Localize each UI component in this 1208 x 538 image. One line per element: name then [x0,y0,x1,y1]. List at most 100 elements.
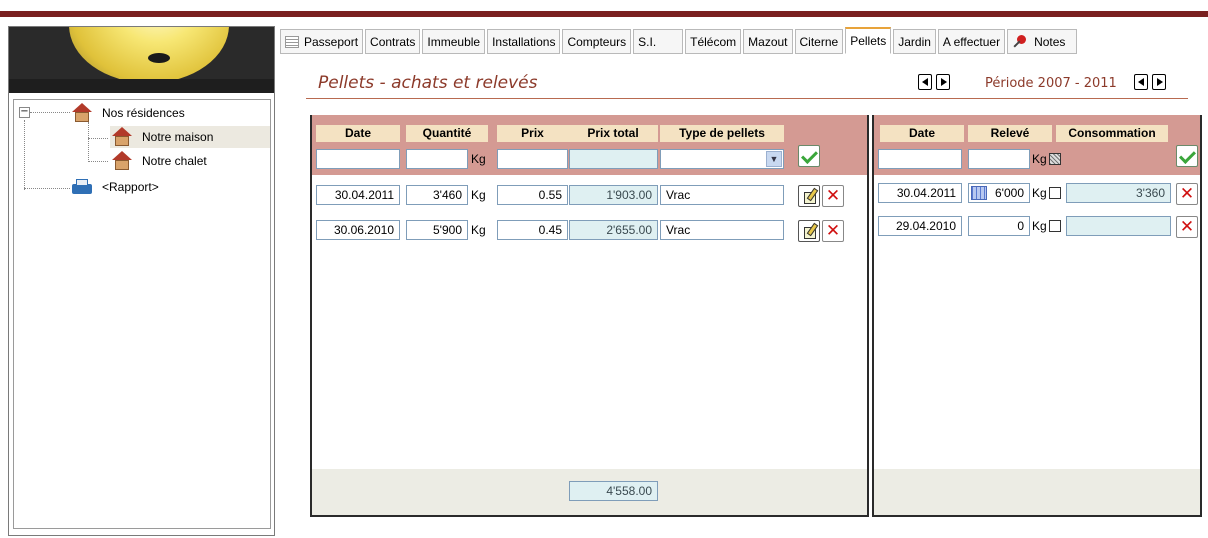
tree-item-label: Notre maison [142,130,214,144]
pin-icon [1012,34,1028,49]
calendar-icon [971,186,987,200]
new-quantity-input[interactable] [406,149,468,169]
unit-kg: Kg [471,188,486,202]
tab-bar: Passeport Contrats Immeuble Installation… [280,27,1079,54]
col-prix: Prix [497,125,568,142]
lightbulb-banner [9,27,274,93]
col-releve: Relevé [968,125,1052,142]
row-total: 2'655.00 [569,220,658,240]
tab-mazout[interactable]: Mazout [743,29,793,54]
tree-item-label: <Rapport> [102,180,159,194]
tab-contrats[interactable]: Contrats [365,29,421,54]
top-accent-bar [0,11,1208,17]
tab-citerne[interactable]: Citerne [794,29,844,54]
unit-kg: Kg [1032,186,1047,200]
triangle-left-icon [922,78,928,86]
row-date[interactable]: 30.04.2011 [316,185,400,205]
new-price-input[interactable] [497,149,568,169]
readings-footer [874,469,1200,515]
page-title: Pellets - achats et relevés [318,73,538,93]
residences-icon [70,103,94,123]
chevron-down-icon: ▼ [766,151,782,167]
new-total-field [569,149,658,169]
list-icon [285,35,299,48]
new-reading-input[interactable] [968,149,1030,169]
delete-icon[interactable]: ✕ [822,185,844,207]
tab-compteurs[interactable]: Compteurs [562,29,632,54]
purchases-panel: Date Quantité Prix Prix total Type de pe… [310,115,869,517]
row-type[interactable]: Vrac [660,185,784,205]
purchases-header: Date Quantité Prix Prix total Type de pe… [312,115,867,175]
tab-pellets[interactable]: Pellets [845,27,892,54]
reading-consumption: 3'360 [1066,183,1171,203]
triangle-left-icon [1138,78,1144,86]
col-quantite: Quantité [406,125,488,142]
total-sum-field: 4'558.00 [569,481,658,501]
row-quantity[interactable]: 3'460 [406,185,468,205]
delete-icon[interactable]: ✕ [1176,183,1198,205]
row-total: 1'903.00 [569,185,658,205]
tree-item-nos-residences[interactable]: Nos résidences [70,102,185,124]
residence-tree: − Nos résidences Notre maison Notre chal… [13,99,271,529]
triangle-right-icon [1157,78,1163,86]
next-button[interactable] [936,74,950,90]
col-consommation: Consommation [1056,125,1168,142]
reading-checkbox[interactable] [1049,220,1061,232]
col-date: Date [316,125,400,142]
tree-item-rapport[interactable]: <Rapport> [70,176,159,198]
col-prix-total: Prix total [568,125,658,142]
row-price[interactable]: 0.45 [497,220,568,240]
printer-icon [70,178,94,196]
new-reading-checkbox[interactable] [1049,153,1061,165]
purchases-footer: 4'558.00 [312,469,867,515]
tab-installations[interactable]: Installations [487,29,561,54]
triangle-right-icon [941,78,947,86]
row-quantity[interactable]: 5'900 [406,220,468,240]
tab-a-effectuer[interactable]: A effectuer [937,29,1006,54]
add-purchase-button[interactable] [798,145,820,167]
reading-checkbox[interactable] [1049,187,1061,199]
new-reading-date-input[interactable] [878,149,962,169]
left-panel: − Nos résidences Notre maison Notre chal… [8,26,275,536]
tab-notes[interactable]: Notes [1007,29,1078,54]
unit-kg: Kg [1032,152,1047,166]
tree-item-label: Notre chalet [142,154,207,168]
house-icon [110,151,134,171]
delete-icon[interactable]: ✕ [822,220,844,242]
tab-passeport[interactable]: Passeport [280,29,364,54]
row-date[interactable]: 30.06.2010 [316,220,400,240]
prev-button[interactable] [918,74,932,90]
period-prev-button[interactable] [1134,74,1148,90]
reading-value[interactable]: 6'000 [968,183,1030,203]
reading-consumption [1066,216,1171,236]
unit-kg: Kg [1032,219,1047,233]
edit-icon[interactable] [798,185,820,207]
tab-si[interactable]: S.I. [633,29,684,54]
new-type-select[interactable]: ▼ [660,149,784,169]
delete-icon[interactable]: ✕ [1176,216,1198,238]
period-label: Période 2007 - 2011 [985,76,1117,91]
tree-item-label: Nos résidences [102,106,185,120]
add-reading-button[interactable] [1176,145,1198,167]
tree-item-notre-maison[interactable]: Notre maison [110,126,270,148]
tree-item-notre-chalet[interactable]: Notre chalet [110,150,207,172]
unit-kg: Kg [471,223,486,237]
readings-header: Date Relevé Consommation Kg [874,115,1200,175]
collapse-toggle[interactable]: − [19,107,30,118]
reading-date[interactable]: 30.04.2011 [878,183,962,203]
new-date-input[interactable] [316,149,400,169]
tab-telecom[interactable]: Télécom [685,29,742,54]
tab-immeuble[interactable]: Immeuble [422,29,486,54]
unit-kg: Kg [471,152,486,166]
reading-date[interactable]: 29.04.2010 [878,216,962,236]
edit-icon[interactable] [798,220,820,242]
period-next-button[interactable] [1152,74,1166,90]
col-date: Date [880,125,964,142]
row-type[interactable]: Vrac [660,220,784,240]
tab-jardin[interactable]: Jardin [893,29,936,54]
title-divider [306,98,1188,99]
reading-value[interactable]: 0 [968,216,1030,236]
col-type-pellets: Type de pellets [660,125,784,142]
row-price[interactable]: 0.55 [497,185,568,205]
house-icon [110,127,134,147]
